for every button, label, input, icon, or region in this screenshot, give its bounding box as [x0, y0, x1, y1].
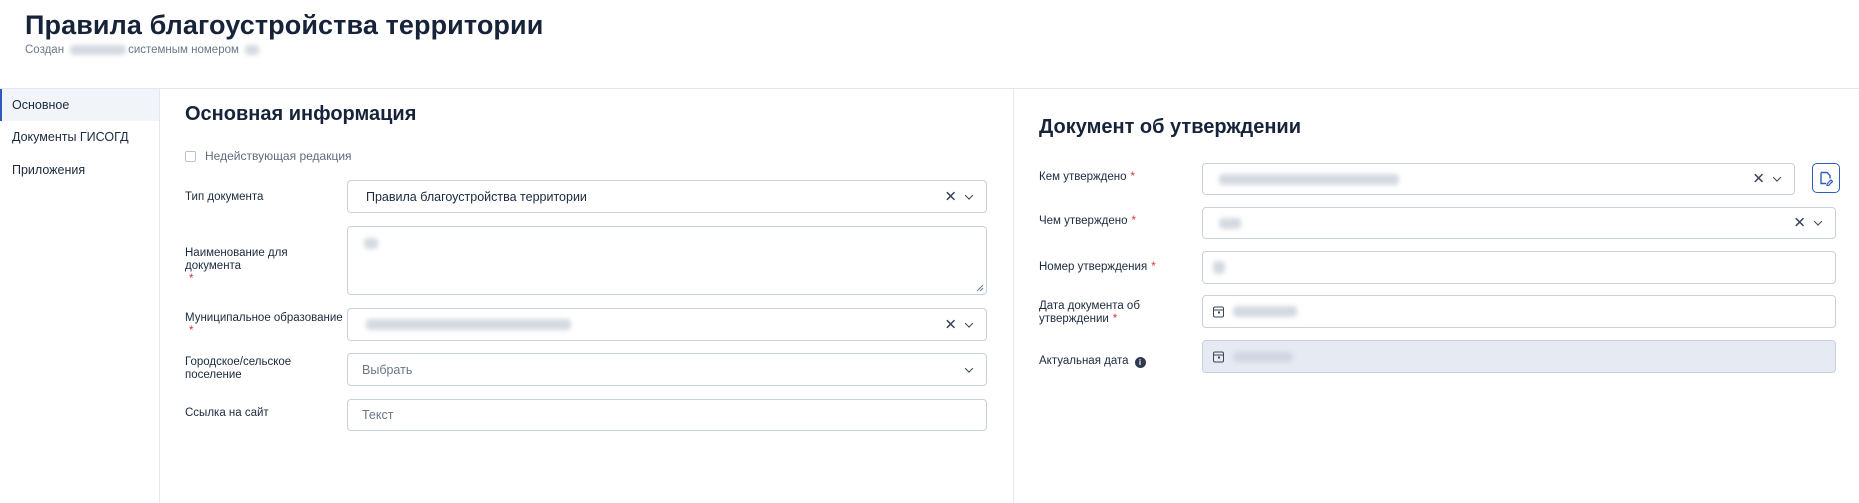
- resize-handle-icon[interactable]: [976, 284, 984, 292]
- close-icon[interactable]: ✕: [944, 189, 957, 204]
- actual-date-label: Актуальная дата i: [1039, 355, 1146, 368]
- approved-by-select[interactable]: ✕: [1202, 163, 1795, 195]
- inactive-edition-checkbox[interactable]: [185, 150, 196, 162]
- chevron-down-icon[interactable]: [964, 190, 974, 200]
- redacted-system-number: [244, 45, 259, 55]
- approval-number-label-text: Номер утверждения: [1039, 261, 1148, 273]
- info-icon[interactable]: i: [1134, 357, 1146, 368]
- required-mark: *: [1151, 261, 1156, 273]
- approval-date-label-text: Дата документа об утверждении: [1039, 300, 1140, 325]
- doc-type-value: Правила благоустройства территории: [366, 189, 587, 204]
- page-title: Правила благоустройства территории: [25, 10, 544, 40]
- actual-date-input: [1202, 340, 1836, 373]
- site-link-placeholder: Текст: [362, 408, 394, 422]
- close-icon[interactable]: ✕: [1793, 216, 1806, 231]
- chevron-down-icon[interactable]: [1772, 173, 1782, 182]
- redacted-doc-name: [364, 238, 378, 249]
- redacted-approval-number: [1213, 261, 1225, 274]
- chevron-down-icon[interactable]: [1813, 217, 1823, 226]
- required-mark: *: [189, 325, 194, 337]
- inactive-edition-label: Недействующая редакция: [205, 149, 352, 163]
- approval-doc-title: Документ об утверждении: [1039, 116, 1301, 138]
- calendar-icon[interactable]: [1213, 306, 1224, 317]
- approval-number-input[interactable]: [1202, 251, 1836, 284]
- actual-date-label-text: Актуальная дата: [1039, 355, 1129, 367]
- redacted-approval-date: [1233, 306, 1297, 317]
- redacted-actual-date: [1233, 351, 1293, 362]
- calendar-icon: [1213, 351, 1224, 362]
- approved-with-select[interactable]: ✕: [1202, 207, 1836, 239]
- approved-with-label: Чем утверждено *: [1039, 215, 1136, 228]
- inactive-edition-row: Недействующая редакция: [185, 149, 352, 163]
- required-mark: *: [1131, 215, 1136, 227]
- document-edit-button[interactable]: [1812, 163, 1840, 193]
- approval-doc-section: Документ об утверждении Кем утверждено * …: [1014, 89, 1859, 503]
- approved-by-label: Кем утверждено *: [1039, 171, 1135, 184]
- created-label: Создан: [25, 44, 65, 56]
- sidebar-item-gisogd-documents[interactable]: Документы ГИСОГД: [0, 121, 159, 153]
- redacted-municipality: [366, 319, 571, 330]
- municipality-label: Муниципальное образование *: [185, 312, 345, 338]
- sidebar-item-attachments[interactable]: Приложения: [0, 154, 159, 186]
- settlement-select[interactable]: Выбрать: [347, 353, 987, 386]
- approval-number-label: Номер утверждения *: [1039, 261, 1156, 274]
- approved-by-label-text: Кем утверждено: [1039, 171, 1127, 183]
- system-number-label: системным номером: [128, 44, 239, 56]
- doc-name-label-text: Наименование для документа: [185, 247, 288, 272]
- basic-info-title: Основная информация: [185, 103, 417, 125]
- municipality-select[interactable]: ✕: [347, 308, 987, 341]
- redacted-approved-with: [1219, 217, 1241, 229]
- required-mark: *: [189, 273, 194, 285]
- close-icon[interactable]: ✕: [944, 317, 957, 332]
- page-header: Правила благоустройства территории Созда…: [0, 0, 1859, 89]
- approval-date-input[interactable]: [1202, 295, 1836, 328]
- municipality-label-text: Муниципальное образование: [185, 312, 343, 324]
- approved-with-label-text: Чем утверждено: [1039, 215, 1128, 227]
- redacted-creator: [70, 45, 127, 55]
- settlement-label: Городское/сельское поселение: [185, 356, 292, 381]
- doc-type-label: Тип документа: [185, 191, 264, 203]
- chevron-down-icon[interactable]: [964, 318, 974, 328]
- doc-name-label: Наименование для документа *: [185, 247, 345, 286]
- close-icon[interactable]: ✕: [1752, 172, 1765, 187]
- sidebar: Основное Документы ГИСОГД Приложения: [0, 89, 160, 503]
- doc-name-textarea[interactable]: [347, 226, 987, 295]
- basic-info-section: Основная информация Недействующая редакц…: [160, 89, 1014, 503]
- doc-type-select[interactable]: Правила благоустройства территории ✕: [347, 180, 987, 213]
- redacted-approved-by: [1219, 173, 1399, 185]
- sidebar-item-basic[interactable]: Основное: [0, 89, 159, 121]
- site-link-input[interactable]: Текст: [347, 399, 987, 431]
- approval-date-label: Дата документа об утверждении *: [1039, 300, 1169, 326]
- required-mark: *: [1112, 313, 1118, 325]
- chevron-down-icon[interactable]: [964, 363, 974, 373]
- site-link-label: Ссылка на сайт: [185, 407, 269, 419]
- page-subtitle: Создан системным номером: [25, 44, 259, 56]
- document-edit-icon: [1820, 171, 1833, 186]
- required-mark: *: [1130, 171, 1136, 183]
- settlement-placeholder: Выбрать: [362, 362, 413, 377]
